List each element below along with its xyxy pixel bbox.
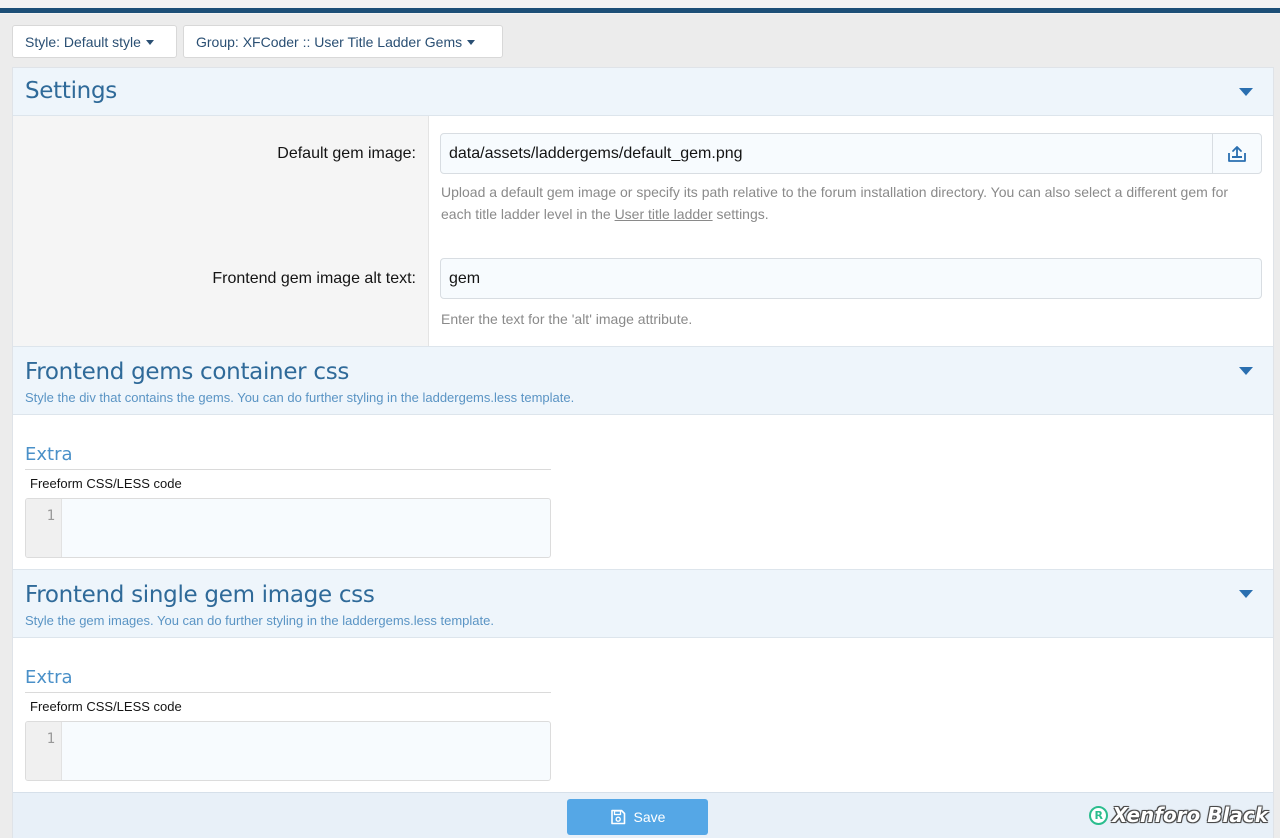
line-gutter: 1 <box>26 499 62 557</box>
alt-text-hint: Enter the text for the 'alt' image attri… <box>441 311 693 327</box>
upload-button[interactable] <box>1212 133 1262 174</box>
line-number: 1 <box>46 731 55 747</box>
form-footer: Save <box>13 792 1273 838</box>
group-filter-label: Group: XFCoder :: User Title Ladder Gems <box>196 33 463 50</box>
default-gem-input[interactable]: data/assets/laddergems/default_gem.png <box>440 133 1213 174</box>
top-bar <box>0 0 1280 14</box>
caret-down-icon <box>145 39 154 45</box>
options-panel: Settings Default gem image: data/assets/… <box>12 67 1274 838</box>
alt-text-input[interactable]: gem <box>440 258 1262 299</box>
single-css-header[interactable]: Frontend single gem image css Style the … <box>13 569 1273 638</box>
watermark-logo: R Xenforo Black <box>1089 803 1268 827</box>
group-filter-button[interactable]: Group: XFCoder :: User Title Ladder Gems <box>183 25 503 58</box>
container-extra-label: Extra <box>25 444 73 465</box>
default-gem-label: Default gem image: <box>277 145 416 162</box>
single-css-title: Frontend single gem image css <box>25 582 375 608</box>
single-code-caption: Freeform CSS/LESS code <box>30 699 182 714</box>
watermark-text: Xenforo Black <box>1112 803 1268 827</box>
default-gem-value: data/assets/laddergems/default_gem.png <box>449 144 743 162</box>
divider <box>25 692 551 693</box>
top-bar-line <box>0 8 1280 13</box>
alt-text-label: Frontend gem image alt text: <box>212 270 416 287</box>
container-code-caption: Freeform CSS/LESS code <box>30 476 182 491</box>
user-title-ladder-link[interactable]: User title ladder <box>615 206 713 222</box>
upload-icon <box>1228 145 1246 162</box>
caret-down-icon <box>467 39 476 45</box>
line-number: 1 <box>46 508 55 524</box>
save-label: Save <box>633 809 666 825</box>
container-css-editor[interactable]: 1 <box>25 498 551 558</box>
save-button[interactable]: Save <box>567 799 708 835</box>
single-css-editor[interactable]: 1 <box>25 721 551 781</box>
single-extra-label: Extra <box>25 667 73 688</box>
chevron-down-icon[interactable] <box>1239 590 1253 598</box>
container-css-description: Style the div that contains the gems. Yo… <box>25 390 575 405</box>
chevron-down-icon[interactable] <box>1239 88 1253 96</box>
floppy-disk-icon <box>610 809 625 825</box>
container-css-title: Frontend gems container css <box>25 359 350 385</box>
default-gem-hint: Upload a default gem image or specify it… <box>441 184 1229 222</box>
style-filter-button[interactable]: Style: Default style <box>12 25 177 58</box>
chevron-down-icon[interactable] <box>1239 367 1253 375</box>
line-gutter: 1 <box>26 722 62 780</box>
alt-text-value: gem <box>449 269 481 287</box>
settings-title: Settings <box>25 78 117 104</box>
divider <box>25 469 551 470</box>
settings-header[interactable]: Settings <box>13 68 1273 116</box>
container-css-header[interactable]: Frontend gems container css Style the di… <box>13 346 1273 415</box>
single-css-description: Style the gem images. You can do further… <box>25 613 494 628</box>
registered-icon: R <box>1089 805 1109 825</box>
style-filter-label: Style: Default style <box>25 33 141 50</box>
